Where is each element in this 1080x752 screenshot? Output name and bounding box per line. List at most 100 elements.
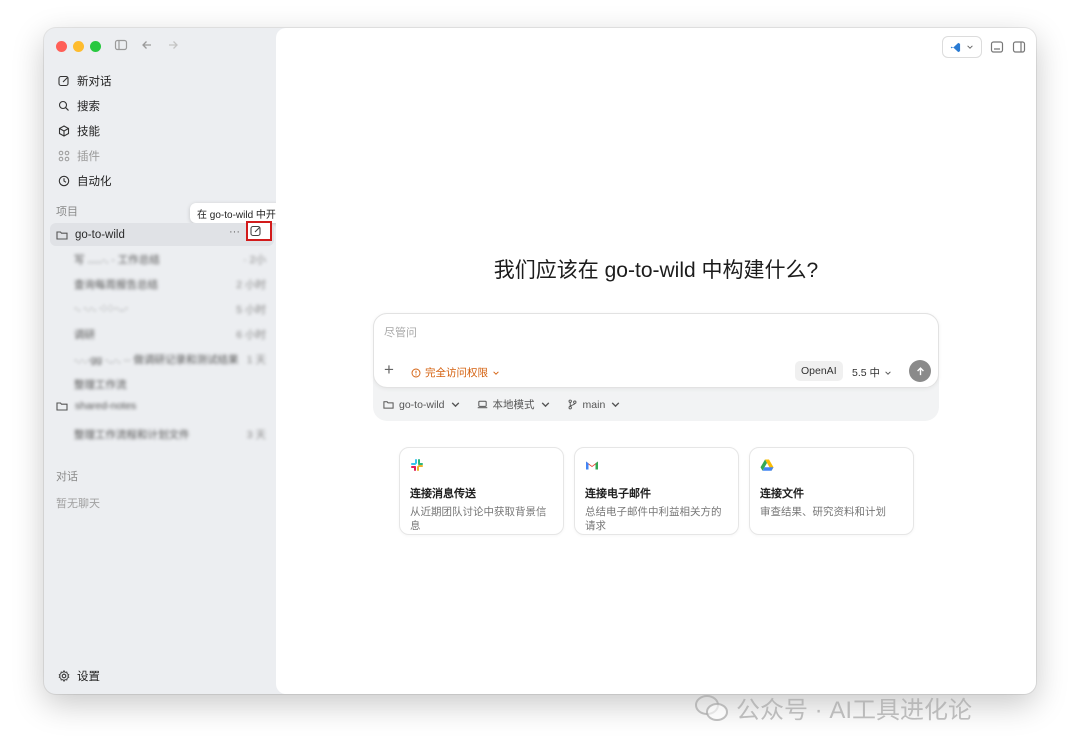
send-button[interactable] [909, 360, 931, 382]
nav-new-chat[interactable]: 新对话 [52, 68, 270, 93]
window-controls [56, 41, 101, 52]
project-selector[interactable]: go-to-wild [383, 397, 461, 412]
cube-icon [58, 124, 70, 137]
chevron-down-icon [493, 370, 499, 375]
page-title: 我们应该在 go-to-wild 中构建什么? [493, 259, 819, 282]
gear-icon [58, 670, 70, 682]
connect-messaging-card[interactable]: 连接消息传送 从近期团队讨论中获取背景信息 [399, 447, 564, 535]
close-window-button[interactable] [56, 41, 67, 52]
gmail-icon [586, 461, 598, 470]
model-label: 5.5 中 [852, 367, 881, 379]
thread-item[interactable]: 整理工作流 [74, 375, 266, 393]
thread-item[interactable]: 整理工作流程和计划文件 3 天 [74, 425, 266, 443]
nav-label: 自动化 [77, 175, 112, 188]
nav-plugins[interactable]: 插件 [52, 143, 270, 168]
branch-label: main [582, 398, 606, 411]
thread-item[interactable]: 调研 6 小时 [74, 325, 266, 343]
terminal-panel-icon[interactable] [990, 40, 1004, 54]
nav-label: 技能 [77, 125, 100, 138]
compose-icon [58, 75, 69, 86]
chevron-down-icon [612, 402, 620, 408]
project-item-go-to-wild[interactable]: go-to-wild ··· [50, 221, 274, 246]
arrow-up-icon [916, 366, 924, 375]
nav-label: 搜索 [77, 100, 100, 113]
warning-circle-icon [411, 368, 421, 377]
thread-time: · 2小 [243, 254, 266, 266]
google-drive-icon [760, 459, 774, 471]
access-label: 完全访问权限 [425, 367, 488, 379]
add-attachment-button[interactable]: + [384, 361, 394, 378]
project-selector-label: go-to-wild [399, 398, 445, 411]
git-branch-icon [568, 399, 576, 410]
thread-title: 调研 [74, 329, 95, 341]
branch-selector[interactable]: main [567, 397, 622, 412]
sidebar: 新对话 搜索 技能 插件 自动化 项目 在 go-to-wild 中开始新对话 [44, 28, 323, 694]
card-title: 连接消息传送 [410, 488, 476, 500]
main-panel: 我们应该在 go-to-wild 中构建什么? 尽管问 + 完全访问权限 Ope… [276, 28, 1036, 694]
thread-time: 5 小时 [236, 304, 266, 316]
titlebar-controls [114, 38, 180, 52]
card-description: 总结电子邮件中利益相关方的请求 [585, 506, 722, 533]
chevron-down-icon [967, 45, 973, 49]
connector-cards: 连接消息传送 从近期团队讨论中获取背景信息 连接电子邮件 总结电子邮件中利益相关… [399, 447, 914, 535]
nav-automation[interactable]: 自动化 [52, 168, 270, 193]
connect-files-card[interactable]: 连接文件 审查结果、研究资料和计划 [749, 447, 914, 535]
thread-title: 查询每周报告总结 [74, 279, 158, 291]
thread-time: 6 小时 [236, 329, 266, 341]
chevron-down-icon [451, 402, 459, 408]
mode-label: 本地模式 [492, 399, 535, 411]
thread-title: 整理工作流程和计划文件 [74, 429, 190, 441]
folder-icon [383, 401, 394, 409]
card-description: 审查结果、研究资料和计划 [760, 506, 886, 518]
settings-label: 设置 [77, 671, 100, 683]
nav-label: 插件 [77, 150, 100, 163]
thread-item[interactable]: ·.·.·gg ·..·. ·· 做调研记录和测试结果 1 天 [74, 350, 266, 368]
folder-name: shared-notes [75, 400, 137, 412]
app-window: 新对话 搜索 技能 插件 自动化 项目 在 go-to-wild 中开始新对话 [44, 28, 1036, 694]
card-title: 连接文件 [760, 488, 804, 500]
model-selector[interactable]: 5.5 中 [852, 365, 892, 380]
mode-selector[interactable]: 本地模式 [477, 397, 551, 412]
context-bar: go-to-wild 本地模式 main [383, 397, 621, 412]
vscode-icon [950, 42, 961, 52]
composer[interactable]: 尽管问 + 完全访问权限 OpenAI 5.5 中 [373, 313, 939, 388]
open-in-editor-button[interactable] [942, 36, 982, 58]
projects-heading: 项目 [56, 206, 78, 218]
thread-item[interactable]: 写 .....·. · 工作总结 · 2小 [74, 250, 266, 268]
folder-icon [56, 402, 68, 411]
zoom-window-button[interactable] [90, 41, 101, 52]
project-new-chat-button[interactable] [246, 221, 272, 241]
provider-button[interactable]: OpenAI [795, 361, 843, 381]
thread-item[interactable]: 查询每周报告总结 2 小时 [74, 275, 266, 293]
top-right-toolbar [942, 36, 1026, 58]
nav-search[interactable]: 搜索 [52, 93, 270, 118]
watermark-text: 公众号 · AI工具进化论 [736, 697, 973, 724]
folder-icon [56, 230, 68, 240]
project-item-folder[interactable]: shared-notes [56, 400, 136, 412]
access-permission-dropdown[interactable]: 完全访问权限 [411, 365, 500, 380]
minimize-window-button[interactable] [73, 41, 84, 52]
forward-arrow-icon[interactable] [166, 38, 180, 52]
right-panel-icon[interactable] [1012, 40, 1026, 54]
prompt-input[interactable]: 尽管问 [384, 324, 417, 340]
composer-area: 尽管问 + 完全访问权限 OpenAI 5.5 中 go-to-wild 本地模… [373, 313, 939, 421]
sidebar-nav: 新对话 搜索 技能 插件 自动化 [52, 68, 270, 193]
thread-item[interactable]: ·. ·.·. ·:·:··..· 5 小时 [74, 300, 266, 318]
search-icon [58, 100, 69, 111]
project-more-button[interactable]: ··· [229, 226, 240, 238]
nav-skills[interactable]: 技能 [52, 118, 270, 143]
sidebar-toggle-icon[interactable] [114, 38, 128, 52]
settings-button[interactable]: 设置 [58, 668, 100, 684]
nav-label: 新对话 [77, 75, 112, 88]
thread-title: ·. ·.·. ·:·:··..· [74, 302, 129, 314]
empty-chats-text: 暂无聊天 [56, 498, 100, 510]
card-description: 从近期团队讨论中获取背景信息 [410, 506, 547, 533]
thread-time: 2 小时 [236, 279, 266, 291]
thread-time: 3 天 [246, 429, 266, 441]
laptop-icon [477, 400, 487, 409]
card-title: 连接电子邮件 [585, 488, 651, 500]
connect-email-card[interactable]: 连接电子邮件 总结电子邮件中利益相关方的请求 [574, 447, 739, 535]
thread-title: ·.·.·gg ·..·. ·· 做调研记录和测试结果 [74, 354, 239, 366]
thread-title: 写 .....·. · 工作总结 [74, 254, 160, 266]
back-arrow-icon[interactable] [140, 38, 154, 52]
